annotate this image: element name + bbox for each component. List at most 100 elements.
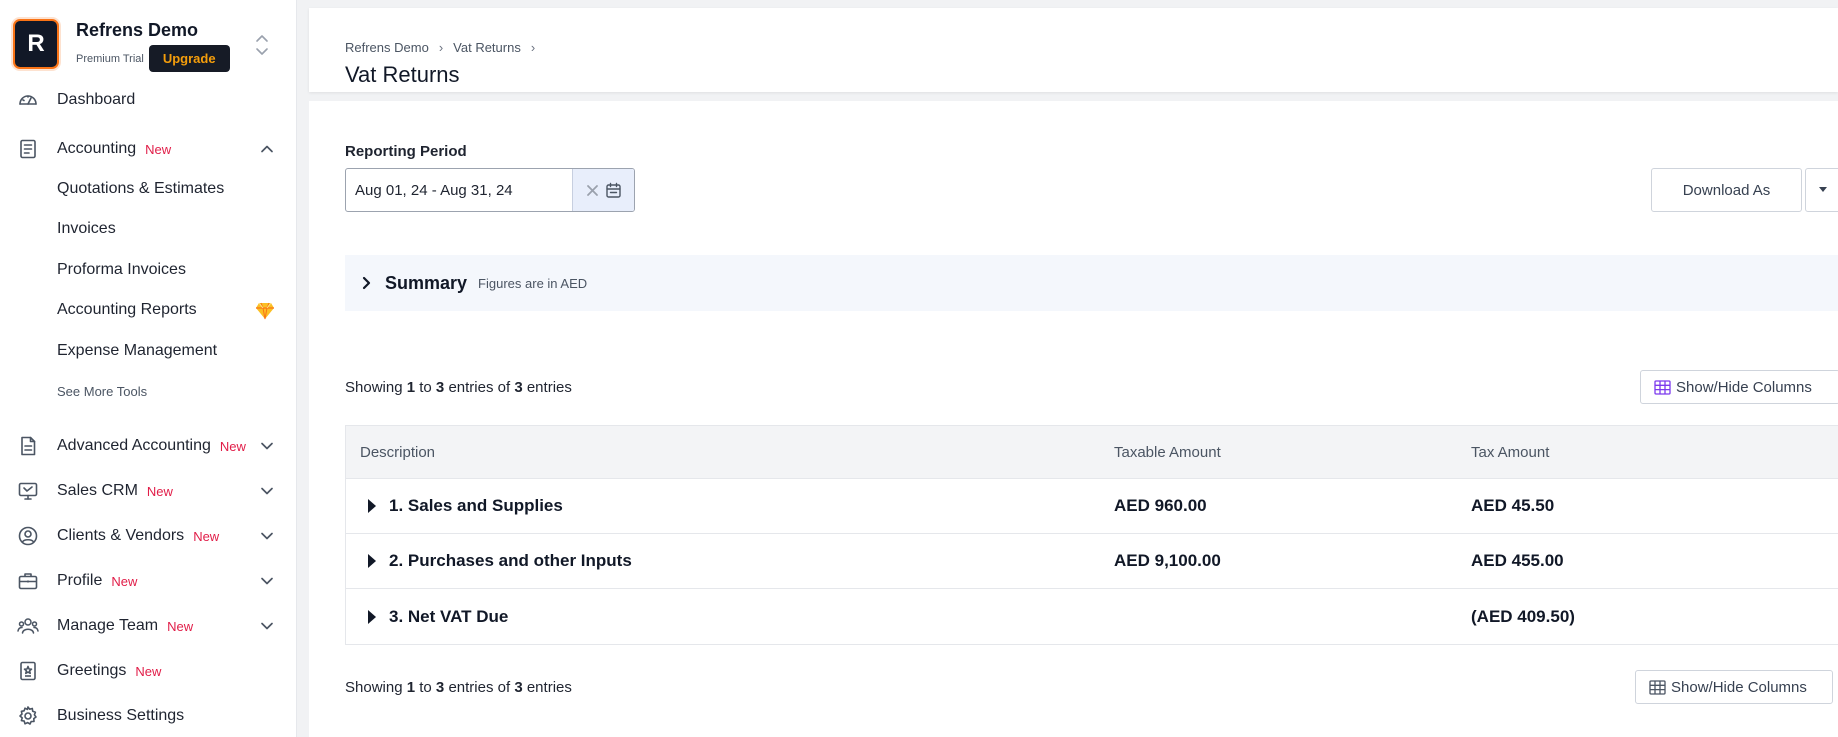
row-taxable-amount: AED 9,100.00 — [1114, 551, 1221, 570]
sidebar-subitem-expense-management[interactable]: Expense Management — [57, 342, 217, 360]
plan-label: Premium Trial — [76, 52, 144, 65]
advanced-accounting-icon — [21, 436, 36, 456]
caret-right-icon[interactable] — [367, 554, 377, 568]
team-icon — [17, 618, 39, 634]
sidebar-subitem-accounting-reports[interactable]: Accounting Reports — [57, 301, 197, 319]
download-dropdown-toggle[interactable] — [1805, 168, 1838, 212]
sidebar: R Refrens Demo Premium Trial Upgrade Das… — [0, 0, 297, 737]
sidebar-item-accounting[interactable]: Accounting New — [17, 134, 279, 164]
upgrade-button[interactable]: Upgrade — [148, 45, 230, 72]
row-tax-amount: (AED 409.50) — [1471, 606, 1575, 626]
org-plan-row: Premium Trial Upgrade — [76, 45, 230, 72]
chevron-up-icon[interactable] — [259, 141, 275, 157]
vat-returns-table: Description Taxable Amount Tax Amount 1.… — [345, 425, 1838, 645]
sidebar-item-manage-team[interactable]: Manage Team New — [17, 611, 279, 641]
sidebar-item-label: Profile — [57, 572, 103, 589]
column-header-description: Description — [360, 443, 436, 461]
row-taxable-amount: AED 960.00 — [1114, 496, 1207, 515]
sidebar-item-business-settings[interactable]: Business Settings — [17, 701, 279, 731]
sidebar-item-advanced-accounting[interactable]: Advanced Accounting New — [17, 431, 279, 461]
greetings-icon — [20, 661, 36, 681]
show-hide-columns-label: Show/Hide Columns — [1671, 678, 1807, 696]
crm-monitor-icon — [18, 482, 38, 500]
new-badge: New — [193, 528, 220, 544]
chevron-right-icon: › — [530, 40, 536, 55]
sidebar-item-label: Accounting — [57, 140, 137, 157]
sidebar-item-profile[interactable]: Profile New — [17, 566, 279, 596]
breadcrumb: Refrens Demo › Vat Returns › — [345, 40, 545, 55]
row-description-cell: 1. Sales and Supplies — [346, 496, 1114, 516]
row-description: 3. Net VAT Due — [389, 606, 509, 626]
row-tax-amount: AED 455.00 — [1471, 551, 1564, 570]
close-icon[interactable] — [586, 184, 599, 197]
page-title: Vat Returns — [345, 62, 460, 87]
new-badge: New — [219, 438, 246, 454]
column-header-taxable-amount: Taxable Amount — [1114, 443, 1221, 461]
table-header: Description Taxable Amount Tax Amount — [346, 426, 1838, 479]
chevron-right-icon: › — [438, 40, 444, 55]
table-columns-icon — [1654, 379, 1671, 395]
row-tax-amount: AED 45.50 — [1471, 496, 1555, 515]
row-description: 1. Sales and Supplies — [389, 496, 563, 515]
sidebar-subitem-quotations[interactable]: Quotations & Estimates — [57, 180, 224, 198]
see-more-tools-link[interactable]: See More Tools — [57, 384, 147, 399]
breadcrumb-item-org[interactable]: Refrens Demo — [345, 40, 429, 55]
entries-summary-bottom: Showing 1 to 3 entries of 3 entries — [345, 679, 572, 696]
sidebar-subitem-invoices[interactable]: Invoices — [57, 220, 116, 238]
sidebar-item-label: Clients & Vendors — [57, 527, 185, 544]
new-badge: New — [111, 573, 138, 589]
accounting-doc-icon — [20, 139, 36, 159]
org-avatar[interactable]: R — [13, 19, 59, 69]
sidebar-item-label: Advanced Accounting — [57, 437, 211, 454]
calendar-icon[interactable] — [605, 182, 622, 199]
table-columns-icon — [1649, 679, 1666, 695]
row-description-cell: 3. Net VAT Due — [346, 607, 1114, 627]
sidebar-item-sales-crm[interactable]: Sales CRM New — [17, 476, 279, 506]
chevron-down-icon[interactable] — [259, 438, 275, 454]
row-description: 2. Purchases and other Inputs — [389, 551, 632, 570]
chevron-down-icon[interactable] — [259, 528, 275, 544]
new-badge: New — [146, 483, 173, 499]
user-circle-icon — [18, 526, 38, 546]
org-name: Refrens Demo — [76, 20, 199, 40]
chevron-down-icon[interactable] — [259, 618, 275, 634]
page-header: Refrens Demo › Vat Returns › Vat Returns — [309, 8, 1838, 92]
sidebar-item-label: Greetings — [57, 662, 127, 679]
download-as-button[interactable]: Download As — [1651, 168, 1802, 212]
premium-gem-icon — [256, 302, 274, 320]
column-header-tax-amount: Tax Amount — [1471, 443, 1550, 461]
chevron-down-icon[interactable] — [259, 483, 275, 499]
reporting-period-label: Reporting Period — [345, 143, 467, 160]
date-range-picker[interactable]: Aug 01, 24 - Aug 31, 24 — [345, 168, 635, 212]
table-row[interactable]: 1. Sales and Supplies AED 960.00 AED 45.… — [346, 479, 1838, 534]
new-badge: New — [135, 663, 162, 679]
chevron-down-icon[interactable] — [259, 573, 275, 589]
caret-right-icon[interactable] — [367, 499, 377, 513]
summary-accordion[interactable]: Summary Figures are in AED — [345, 255, 1838, 311]
entries-summary-top: Showing 1 to 3 entries of 3 entries — [345, 379, 572, 396]
table-row[interactable]: 2. Purchases and other Inputs AED 9,100.… — [346, 534, 1838, 589]
chevron-right-icon[interactable] — [359, 276, 373, 290]
row-description-cell: 2. Purchases and other Inputs — [346, 551, 1114, 571]
caret-right-icon[interactable] — [367, 609, 377, 624]
show-hide-columns-label: Show/Hide Columns — [1676, 378, 1812, 396]
sidebar-item-dashboard[interactable]: Dashboard — [17, 85, 279, 115]
breadcrumb-item-vat-returns[interactable]: Vat Returns — [453, 40, 521, 55]
sidebar-item-label: Sales CRM — [57, 482, 138, 499]
new-badge: New — [145, 141, 172, 157]
date-range-input[interactable]: Aug 01, 24 - Aug 31, 24 — [346, 169, 572, 211]
chevron-up-down-icon[interactable] — [253, 32, 271, 58]
sidebar-item-label: Business Settings — [57, 707, 185, 724]
org-switcher[interactable]: R Refrens Demo Premium Trial Upgrade — [13, 19, 230, 72]
show-hide-columns-button[interactable]: Show/Hide Columns — [1640, 370, 1838, 404]
summary-currency-note: Figures are in AED — [478, 275, 588, 291]
show-hide-columns-button-bottom[interactable]: Show/Hide Columns — [1635, 670, 1833, 704]
sidebar-subitem-proforma[interactable]: Proforma Invoices — [57, 261, 186, 279]
date-range-actions — [572, 169, 634, 211]
summary-title: Summary — [385, 272, 468, 293]
sidebar-item-greetings[interactable]: Greetings New — [17, 656, 279, 686]
table-row[interactable]: 3. Net VAT Due (AED 409.50) — [346, 589, 1838, 644]
sidebar-item-clients-vendors[interactable]: Clients & Vendors New — [17, 521, 279, 551]
briefcase-icon — [18, 573, 38, 590]
gear-icon — [19, 706, 37, 725]
